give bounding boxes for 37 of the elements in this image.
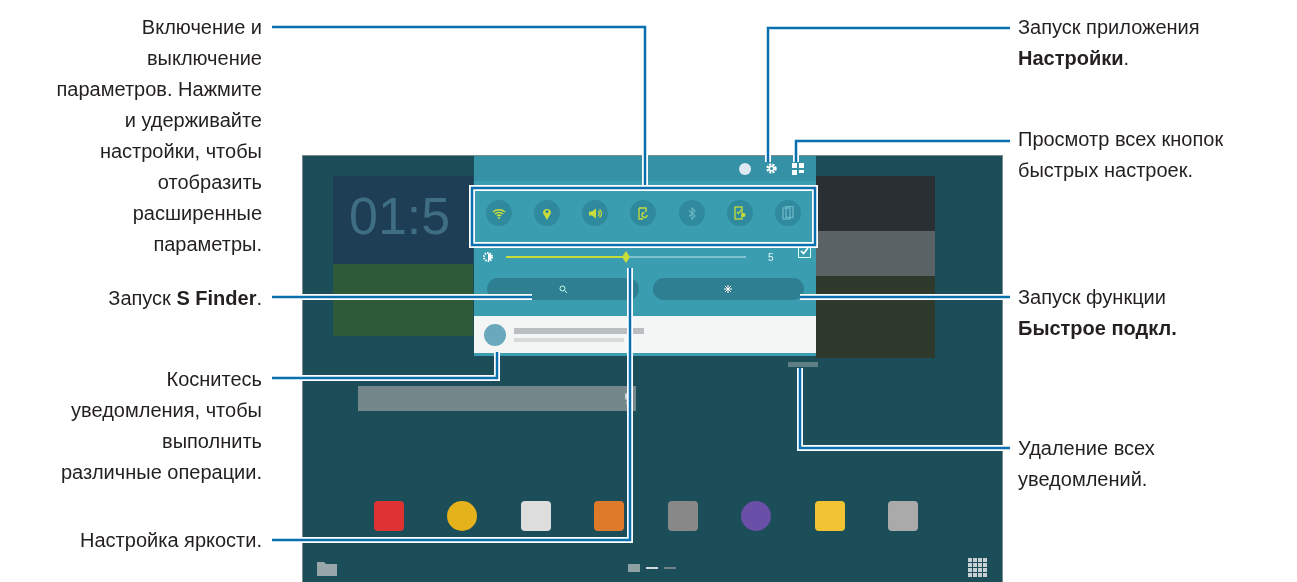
- callout-text: Запуск функции Быстрое подкл.: [1018, 285, 1178, 341]
- quick-setting-toggle[interactable]: [486, 200, 512, 226]
- search-icon: [558, 285, 567, 293]
- notification-card[interactable]: [474, 316, 816, 353]
- wifi-icon: [492, 207, 506, 219]
- quick-setting-toggle[interactable]: [534, 200, 561, 226]
- search-field[interactable]: [358, 386, 636, 411]
- bluetooth-icon: [687, 206, 696, 220]
- quick-setting-toggle[interactable]: [678, 200, 705, 226]
- quick-setting-toggle[interactable]: [582, 200, 609, 226]
- quick-setting-toggle[interactable]: [774, 200, 801, 226]
- grid-icon[interactable]: [792, 162, 804, 175]
- battery-icon: [781, 206, 794, 220]
- page-indicator-icon: [627, 564, 678, 572]
- quick-connect-button[interactable]: [652, 278, 804, 300]
- callout-text: Запуск приложения Настройки.: [1018, 15, 1201, 71]
- apps-grid-icon[interactable]: [968, 558, 988, 578]
- quick-setting-toggle[interactable]: [726, 200, 753, 226]
- slider-thumb[interactable]: [622, 251, 630, 263]
- callout-text: Включение и выключение параметров. Нажмите и удерживайте настройки, чтобы отобразить расширенные параметры.: [55, 15, 262, 257]
- quick-setting-toggle[interactable]: [630, 200, 657, 226]
- callout-text: Настройка яркости.: [79, 528, 262, 553]
- callout-text: Удаление всех уведомлений.: [1018, 436, 1156, 492]
- callout-text: Коснитесь уведомления, чтобы выполнить различные операции.: [60, 367, 262, 485]
- brightness-value: 5: [768, 251, 774, 263]
- phone-eye-icon: [733, 206, 746, 220]
- callout-text: Просмотр всех кнопок быстрых настроек.: [1018, 127, 1225, 183]
- wifi-notification-icon: [484, 323, 506, 346]
- microphone-icon: [624, 393, 630, 404]
- speaker-icon: [588, 207, 602, 219]
- rotation-icon: [637, 206, 649, 220]
- brightness-icon: [482, 250, 496, 264]
- location-pin-icon: [542, 206, 553, 220]
- settings-icon[interactable]: [765, 162, 778, 175]
- moon-icon[interactable]: [739, 162, 751, 175]
- asterisk-icon: [724, 285, 733, 293]
- callout-text: Запуск S Finder.: [107, 286, 262, 311]
